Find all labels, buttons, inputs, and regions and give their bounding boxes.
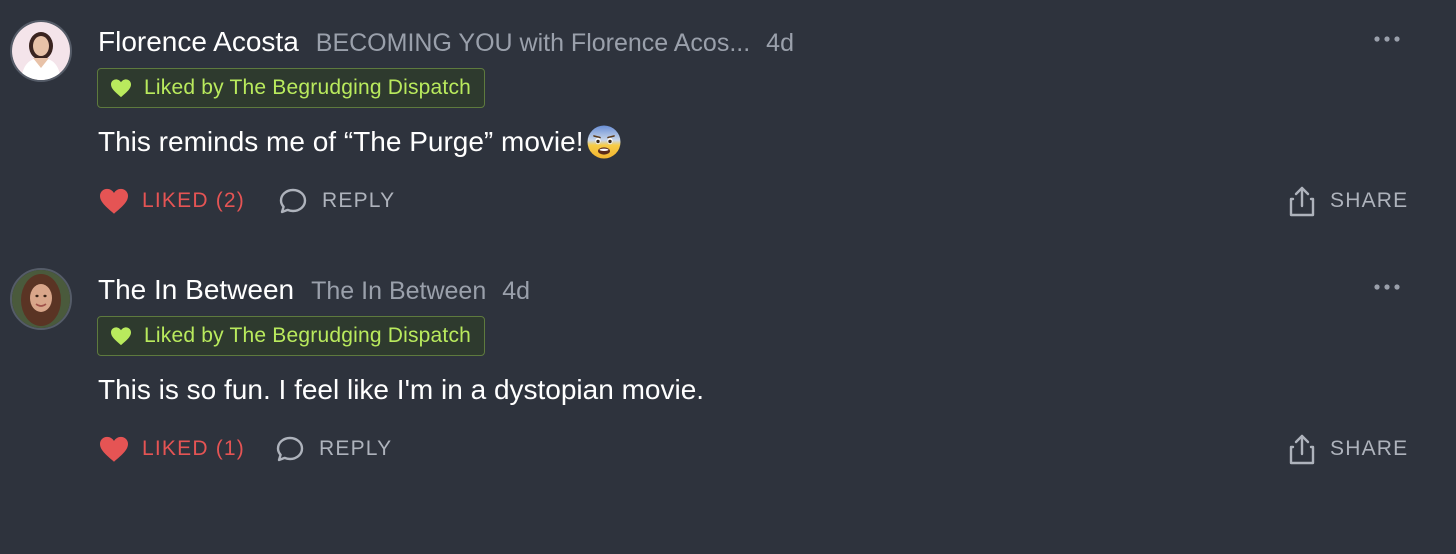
avatar[interactable] <box>10 20 72 82</box>
reply-bubble-icon <box>279 188 307 214</box>
publication-name[interactable]: BECOMING YOU with Florence Acos... <box>316 25 750 61</box>
comment: The In Between The In Between 4d Liked b… <box>0 248 1456 496</box>
comment-header: Florence Acosta BECOMING YOU with Floren… <box>98 24 794 60</box>
more-options-icon[interactable] <box>1372 279 1402 295</box>
heart-icon <box>111 79 131 98</box>
comment-text: This reminds me of “The Purge” movie! <box>98 126 584 157</box>
liked-by-label: Liked by The Begrudging Dispatch <box>144 324 472 347</box>
avatar-image <box>12 270 70 328</box>
reply-button[interactable]: REPLY <box>275 428 392 470</box>
heart-icon <box>100 188 128 214</box>
avatar-image <box>12 22 70 80</box>
comment-actions: LIKED (2) REPLY SHARE <box>98 180 1408 222</box>
reply-label: REPLY <box>322 189 396 212</box>
author-name[interactable]: Florence Acosta <box>98 24 299 60</box>
like-button[interactable]: LIKED (1) <box>98 428 245 470</box>
share-button[interactable]: SHARE <box>1288 428 1408 470</box>
fearful-face-icon <box>587 125 620 159</box>
author-name[interactable]: The In Between <box>98 272 294 308</box>
avatar[interactable] <box>10 268 72 330</box>
share-button[interactable]: SHARE <box>1288 180 1408 222</box>
timestamp[interactable]: 4d <box>766 25 794 61</box>
publication-name[interactable]: The In Between <box>311 273 486 309</box>
liked-by-badge: Liked by The Begrudging Dispatch <box>97 68 486 108</box>
comment: Florence Acosta BECOMING YOU with Floren… <box>0 0 1456 248</box>
like-label: LIKED (1) <box>142 437 245 460</box>
comment-actions: LIKED (1) REPLY SHARE <box>98 428 1408 470</box>
share-label: SHARE <box>1330 189 1409 212</box>
heart-icon <box>100 436 128 462</box>
like-button[interactable]: LIKED (2) <box>98 180 245 222</box>
reply-bubble-icon <box>276 436 304 462</box>
heart-icon <box>111 327 131 346</box>
comment-header: The In Between The In Between 4d <box>98 272 530 308</box>
liked-by-badge: Liked by The Begrudging Dispatch <box>97 316 486 356</box>
more-options-icon[interactable] <box>1372 31 1402 47</box>
reply-label: REPLY <box>319 437 393 460</box>
reply-button[interactable]: REPLY <box>278 180 395 222</box>
comment-body: This reminds me of “The Purge” movie! <box>98 120 622 164</box>
liked-by-label: Liked by The Begrudging Dispatch <box>144 76 472 99</box>
like-label: LIKED (2) <box>142 189 245 212</box>
share-icon <box>1289 186 1315 217</box>
share-label: SHARE <box>1330 437 1409 460</box>
comment-body: This is so fun. I feel like I'm in a dys… <box>98 368 704 412</box>
comment-text: This is so fun. I feel like I'm in a dys… <box>98 374 705 405</box>
share-icon <box>1289 434 1315 465</box>
timestamp[interactable]: 4d <box>502 273 530 309</box>
